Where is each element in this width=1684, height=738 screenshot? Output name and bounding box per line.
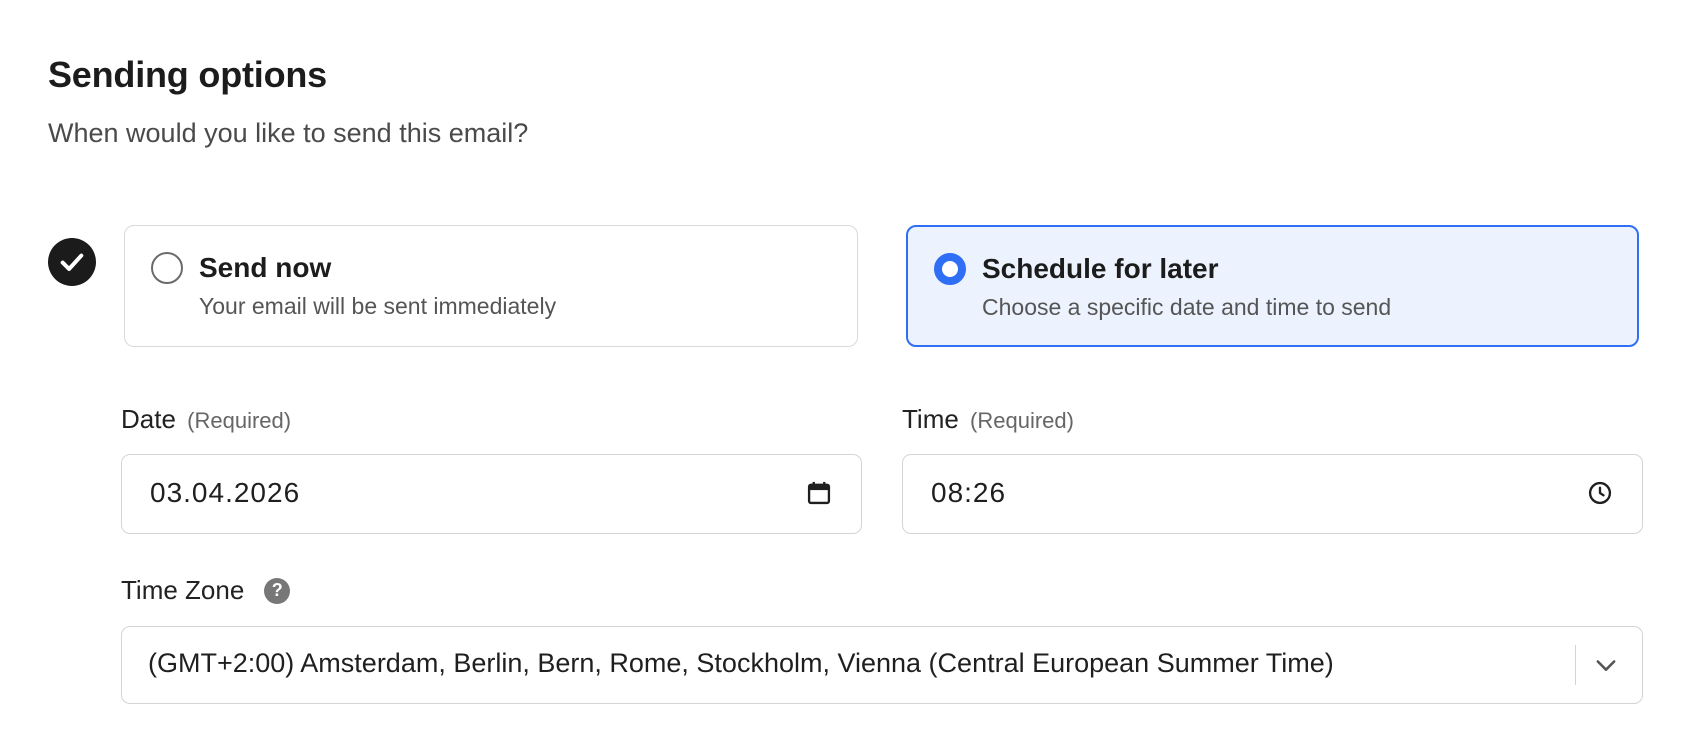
date-input[interactable]: 03.04.2026 xyxy=(121,454,862,534)
page-subtitle: When would you like to send this email? xyxy=(48,118,529,148)
clock-icon[interactable] xyxy=(1586,479,1614,507)
time-required-hint: (Required) xyxy=(970,408,1074,433)
schedule-later-title: Schedule for later xyxy=(982,253,1219,284)
date-required-hint: (Required) xyxy=(187,408,292,433)
date-value: 03.04.2026 xyxy=(150,477,301,508)
time-value: 08:26 xyxy=(931,477,1007,508)
date-label-text: Date xyxy=(121,404,176,434)
timezone-label-row: Time Zone ? xyxy=(121,575,291,606)
step-complete-check-icon xyxy=(48,238,96,286)
send-now-description: Your email will be sent immediately xyxy=(199,293,557,319)
timezone-divider xyxy=(1574,645,1576,685)
time-label: Time (Required) xyxy=(902,404,1074,435)
send-now-title: Send now xyxy=(199,252,332,283)
send-now-radio[interactable] xyxy=(151,252,183,284)
time-input[interactable]: 08:26 xyxy=(902,454,1643,534)
timezone-value: (GMT+2:00) Amsterdam, Berlin, Bern, Rome… xyxy=(148,648,1334,678)
schedule-later-description: Choose a specific date and time to send xyxy=(982,294,1392,320)
schedule-later-option[interactable]: Schedule for later Choose a specific dat… xyxy=(906,225,1639,347)
date-label: Date (Required) xyxy=(121,404,291,435)
chevron-down-icon[interactable] xyxy=(1592,651,1620,679)
help-icon[interactable]: ? xyxy=(264,577,291,604)
schedule-later-radio[interactable] xyxy=(934,253,966,285)
timezone-select[interactable]: (GMT+2:00) Amsterdam, Berlin, Bern, Rome… xyxy=(121,626,1643,704)
timezone-label: Time Zone xyxy=(121,575,245,605)
send-now-option[interactable]: Send now Your email will be sent immedia… xyxy=(124,225,858,347)
calendar-icon[interactable] xyxy=(805,479,833,507)
time-label-text: Time xyxy=(902,404,959,434)
page-title: Sending options xyxy=(48,54,327,95)
